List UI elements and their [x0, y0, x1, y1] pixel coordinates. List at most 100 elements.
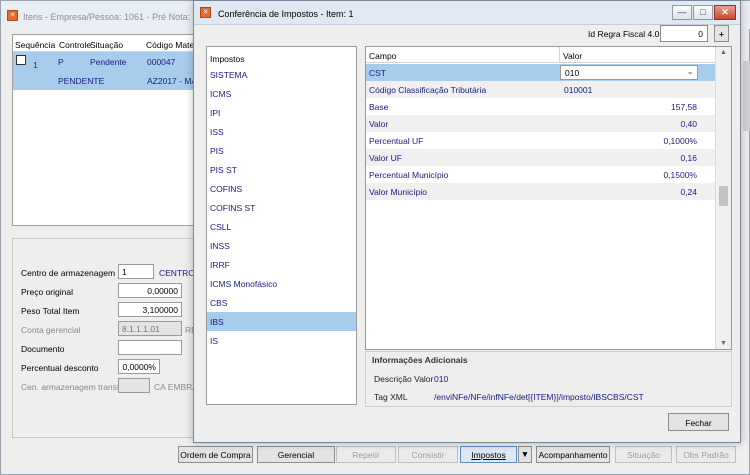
fechar-label: Fechar [685, 418, 712, 428]
peso-input[interactable]: 3,100000 [118, 302, 182, 317]
preco-input[interactable]: 0,00000 [118, 283, 182, 298]
valor-cell: 0,16 [680, 153, 697, 163]
campo-cell: Valor UF [369, 153, 402, 163]
campo-cell: Valor [369, 119, 389, 129]
scroll-down-icon[interactable]: ▼ [720, 340, 727, 347]
imposto-item-ipi[interactable]: IPI [207, 103, 356, 122]
descricao-valor-label: Descrição Valor [374, 374, 434, 384]
app-icon: ✕ [200, 7, 211, 18]
documento-input[interactable] [118, 340, 182, 355]
valor-cell: 0,1000% [663, 136, 697, 146]
table-row[interactable]: Percentual Município 0,1500% [366, 166, 715, 183]
col-sequencia[interactable]: Sequência [15, 40, 55, 50]
situacao-button: Situação [615, 446, 672, 463]
maximize-button[interactable]: □ [693, 5, 713, 20]
campo-cell: Valor Município [369, 187, 427, 197]
conferencia-dialog: ✕ Conferência de Impostos - Item: 1 — □ … [193, 0, 741, 443]
imposto-item-sistema[interactable]: SISTEMA [207, 65, 356, 84]
close-icon: ✕ [721, 7, 729, 17]
impostos-header: Impostos [210, 54, 245, 64]
imposto-item-pis-st[interactable]: PIS ST [207, 160, 356, 179]
imposto-item-inss[interactable]: INSS [207, 236, 356, 255]
imposto-item-cofins-st[interactable]: COFINS ST [207, 198, 356, 217]
col-situacao[interactable]: Situação [90, 40, 123, 50]
row-seq: 1 [33, 60, 38, 70]
background-title: Itens - Empresa/Pessoa: 1061 - Pré Nota:… [23, 12, 208, 22]
campo-cell: Base [369, 102, 389, 112]
ordem-compra-button[interactable]: Ordem de Compra [178, 446, 253, 463]
imposto-item-pis[interactable]: PIS [207, 141, 356, 160]
impostos-button[interactable]: Impostos [460, 446, 517, 463]
header-divider [559, 47, 560, 63]
row-situacao-desc: PENDENTE [58, 76, 105, 86]
scroll-up-icon[interactable]: ▲ [720, 49, 727, 56]
col-campo[interactable]: Campo [369, 51, 396, 61]
table-row[interactable]: 1 P Pendente 000047 [13, 52, 196, 71]
row-codigo: 000047 [147, 57, 176, 67]
descricao-valor-value: 010 [434, 374, 449, 384]
row-checkbox[interactable] [16, 55, 26, 65]
minimize-button[interactable]: — [672, 5, 692, 20]
table-row[interactable]: Código Classificação Tributária 010001 [366, 81, 715, 98]
table-row[interactable]: PENDENTE AZ2017 - MA [13, 71, 198, 90]
peso-label: Peso Total Item [21, 306, 80, 316]
percdesc-input[interactable]: 0,0000% [118, 359, 160, 374]
imposto-item-ibs[interactable]: IBS [207, 312, 356, 331]
col-codigo[interactable]: Código Mater [146, 40, 197, 50]
col-controle[interactable]: Controle [59, 40, 91, 50]
row-codigo-desc: AZ2017 - MA [147, 76, 198, 86]
maximize-icon: □ [700, 7, 706, 17]
cenarm-desc: CA EMBRA [154, 382, 198, 392]
imposto-item-cbs[interactable]: CBS [207, 293, 356, 312]
imposto-item-csll[interactable]: CSLL [207, 217, 356, 236]
imposto-item-icms-monofasico[interactable]: ICMS Monofásico [207, 274, 356, 293]
table-row[interactable]: Valor UF 0,16 [366, 149, 715, 166]
chevron-down-icon[interactable]: ⌄ [686, 66, 694, 77]
plus-icon: + [719, 29, 724, 39]
item-form: Centro de armazenagem 1 CENTRO 1 Preço o… [12, 238, 202, 438]
fechar-button[interactable]: Fechar [668, 413, 729, 431]
background-scrollbar[interactable] [743, 61, 750, 131]
centro-input[interactable]: 1 [118, 264, 154, 279]
table-row-cst[interactable]: CST 010 ⌄ [366, 64, 715, 81]
table-row[interactable]: Base 157,58 [366, 98, 715, 115]
campo-cell: Código Classificação Tributária [369, 85, 487, 95]
row-controle: P [58, 57, 64, 67]
regra-fiscal-input[interactable]: 0 [660, 25, 708, 42]
scroll-thumb[interactable] [719, 186, 728, 206]
grid-scrollbar[interactable]: ▲ ▼ [715, 47, 731, 349]
campo-valor-grid[interactable]: Campo Valor CST 010 ⌄ Código Classificaç… [365, 46, 732, 350]
table-row[interactable]: Valor 0,40 [366, 115, 715, 132]
impostos-dropdown-button[interactable]: ▼ [518, 446, 532, 463]
documento-label: Documento [21, 344, 65, 354]
imposto-item-cofins[interactable]: COFINS [207, 179, 356, 198]
preco-label: Preço original [21, 287, 73, 297]
situacao-label: Situação [626, 450, 661, 460]
obs-padrao-button: Obs Padrão [676, 446, 736, 463]
imposto-item-is[interactable]: IS [207, 331, 356, 350]
gerencial-button[interactable]: Gerencial [257, 446, 335, 463]
add-regra-button[interactable]: + [714, 25, 729, 42]
imposto-item-iss[interactable]: ISS [207, 122, 356, 141]
cenarm-label: Cen. armazenagem transf [21, 382, 120, 392]
acompanhamento-button[interactable]: Acompanhamento [536, 446, 610, 463]
table-row[interactable]: Percentual UF 0,1000% [366, 132, 715, 149]
repetir-label: Repetir [352, 450, 380, 460]
imposto-item-icms[interactable]: ICMS [207, 84, 356, 103]
dropdown-arrow-icon: ▼ [520, 449, 530, 459]
impostos-list[interactable]: Impostos SISTEMA ICMS IPI ISS PIS PIS ST… [206, 46, 357, 405]
minimize-icon: — [677, 7, 687, 17]
imposto-item-irrf[interactable]: IRRF [207, 255, 356, 274]
dialog-title: Conferência de Impostos - Item: 1 [218, 9, 354, 19]
conta-input: 8.1.1.1.01 [118, 321, 182, 336]
items-grid[interactable]: Sequência Controle Situação Código Mater… [12, 34, 198, 226]
tag-xml-value: /enviNFe/NFe/infNFe/det[{ITEM}]/imposto/… [434, 392, 644, 402]
row-situacao: Pendente [90, 57, 127, 67]
dialog-titlebar[interactable]: ✕ Conferência de Impostos - Item: 1 — □ … [194, 1, 740, 25]
col-valor[interactable]: Valor [563, 51, 582, 61]
cst-select[interactable]: 010 ⌄ [560, 65, 698, 80]
close-button[interactable]: ✕ [714, 5, 736, 20]
table-row[interactable]: Valor Município 0,24 [366, 183, 715, 200]
regra-fiscal-label: Id Regra Fiscal 4.0 [588, 29, 660, 39]
valor-cell: 0,40 [680, 119, 697, 129]
